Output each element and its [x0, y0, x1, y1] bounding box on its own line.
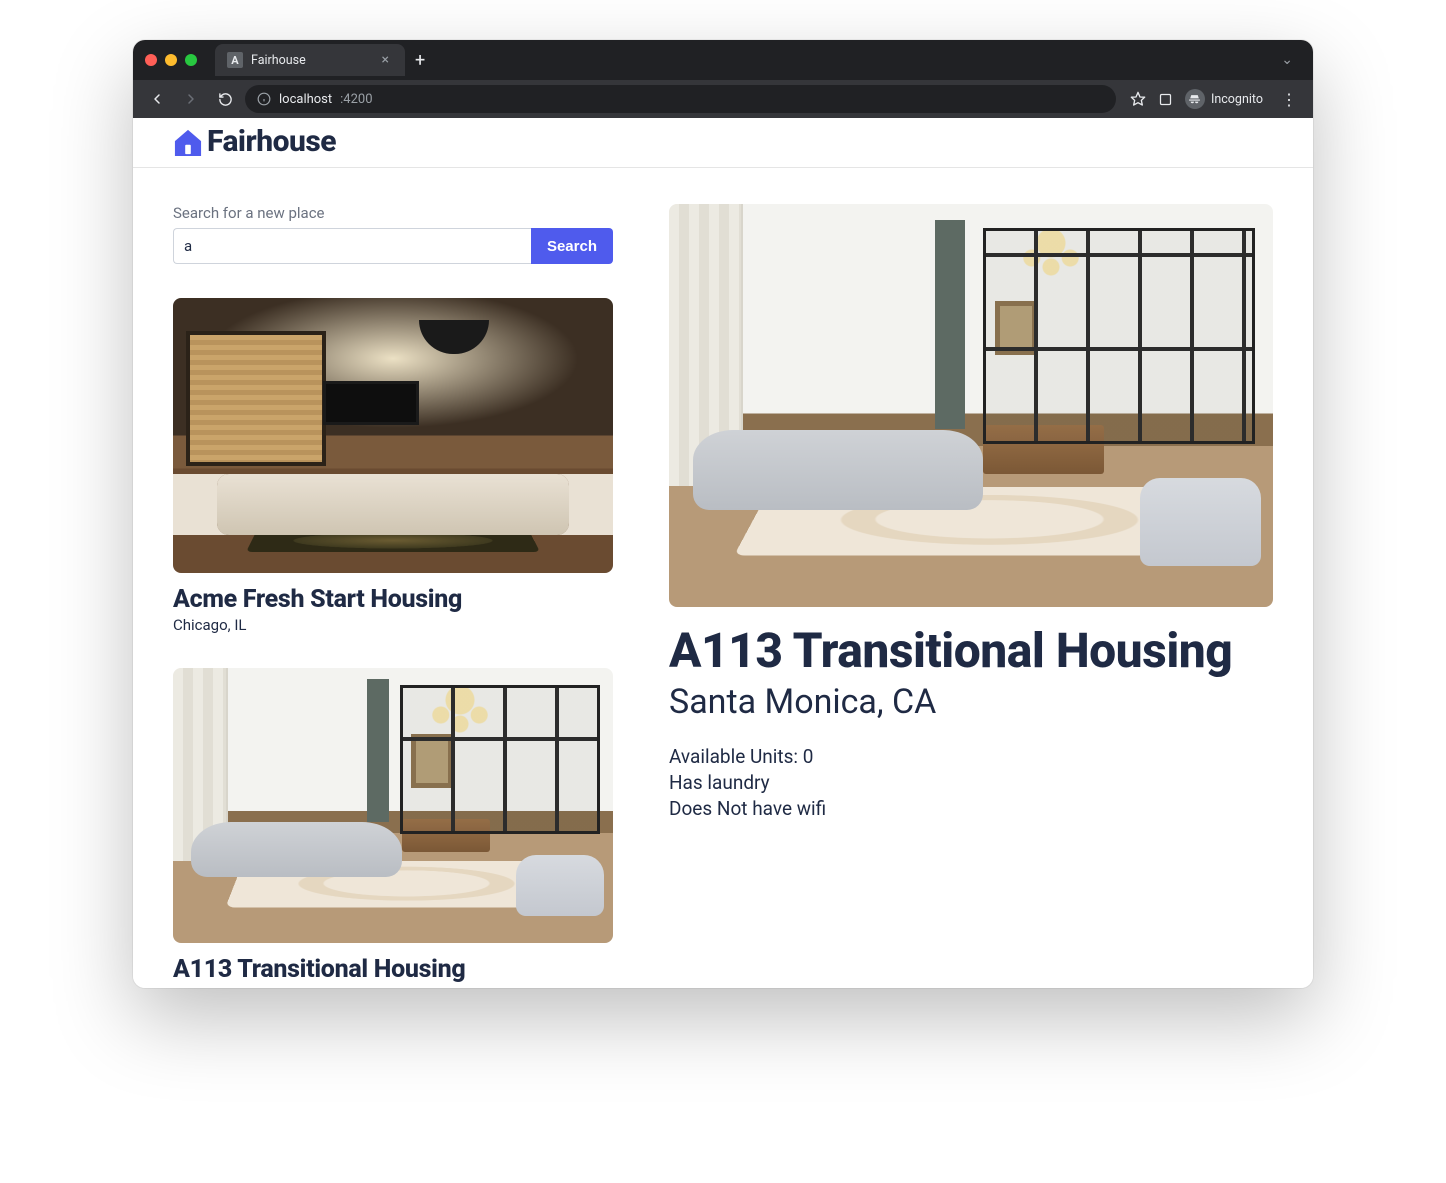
left-column: Search for a new place Search Acme Fresh… [173, 204, 613, 988]
brand-logo-icon [173, 128, 203, 156]
listing-title: Acme Fresh Start Housing [173, 585, 613, 614]
listing-location: Santa Monica, CA [173, 986, 613, 988]
extensions-icon[interactable] [1158, 92, 1173, 107]
app-header: Fairhouse [133, 118, 1313, 168]
main-layout: Search for a new place Search Acme Fresh… [133, 168, 1313, 988]
tab-favicon: A [227, 52, 243, 68]
nav-back-button[interactable] [143, 85, 171, 113]
listing-image [173, 298, 613, 573]
detail-location: Santa Monica, CA [669, 682, 1273, 722]
detail-title: A113 Transitional Housing [669, 625, 1273, 677]
browser-window: A Fairhouse × + ⌄ localhost :4200 [133, 40, 1313, 988]
detail-meta: Available Units: 0 Has laundry Does Not … [669, 744, 1273, 821]
detail-meta-line: Does Not have wifi [669, 796, 1273, 822]
listing-title: A113 Transitional Housing [173, 955, 613, 984]
detail-panel: A113 Transitional Housing Santa Monica, … [669, 204, 1273, 988]
search-input[interactable] [173, 228, 531, 264]
window-titlebar: A Fairhouse × + ⌄ [133, 40, 1313, 80]
browser-menu-icon[interactable]: ⋮ [1275, 90, 1303, 109]
detail-meta-line: Has laundry [669, 770, 1273, 796]
incognito-icon [1185, 89, 1205, 109]
page-viewport[interactable]: Fairhouse Search for a new place Search … [133, 118, 1313, 988]
detail-hero-image [669, 204, 1273, 607]
incognito-badge[interactable]: Incognito [1185, 89, 1263, 109]
minimize-window-button[interactable] [165, 54, 177, 66]
tab-title: Fairhouse [251, 53, 370, 68]
browser-tab[interactable]: A Fairhouse × [215, 44, 405, 76]
search-label: Search for a new place [173, 204, 613, 222]
detail-meta-line: Available Units: 0 [669, 744, 1273, 770]
browser-toolbar: localhost :4200 Incognito ⋮ [133, 80, 1313, 118]
listing-location: Chicago, IL [173, 616, 613, 634]
tabstrip: A Fairhouse × + [215, 40, 435, 80]
new-tab-button[interactable]: + [405, 46, 435, 75]
listing-card[interactable]: Acme Fresh Start Housing Chicago, IL [173, 298, 613, 634]
traffic-lights [145, 54, 197, 66]
address-host: localhost [279, 92, 332, 107]
tab-close-icon[interactable]: × [378, 50, 393, 70]
tab-overflow-icon[interactable]: ⌄ [1273, 48, 1301, 72]
search-form: Search [173, 228, 613, 264]
site-info-icon[interactable] [257, 92, 271, 106]
search-button[interactable]: Search [531, 228, 613, 264]
fullscreen-window-button[interactable] [185, 54, 197, 66]
nav-forward-button[interactable] [177, 85, 205, 113]
address-port: :4200 [340, 92, 372, 107]
incognito-label: Incognito [1211, 92, 1263, 107]
close-window-button[interactable] [145, 54, 157, 66]
brand-title: Fairhouse [207, 124, 336, 159]
listing-card[interactable]: A113 Transitional Housing Santa Monica, … [173, 668, 613, 988]
bookmark-star-icon[interactable] [1130, 91, 1146, 107]
nav-reload-button[interactable] [211, 85, 239, 113]
address-bar[interactable]: localhost :4200 [245, 85, 1116, 113]
listing-image [173, 668, 613, 943]
